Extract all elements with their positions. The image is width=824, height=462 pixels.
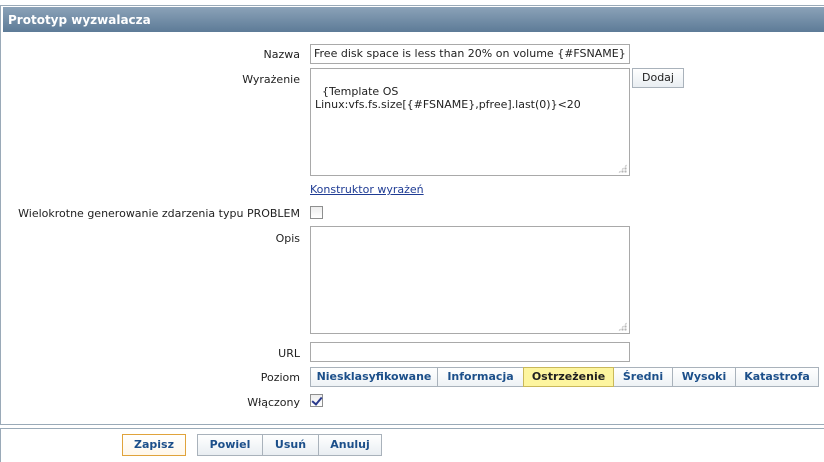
multiple-events-label: Wielokrotne generowanie zdarzenia typu P… [18, 207, 300, 220]
form-footer: Zapisz Powiel Usuń Anuluj [0, 428, 824, 462]
enabled-checkbox[interactable] [310, 394, 323, 407]
save-button[interactable]: Zapisz [122, 434, 186, 456]
severity-average[interactable]: Średni [613, 367, 673, 387]
severity-warning[interactable]: Ostrzeżenie [523, 367, 614, 387]
url-field[interactable] [310, 342, 630, 362]
name-label: Nazwa [263, 48, 300, 61]
severity-label: Poziom [260, 371, 300, 384]
severity-not-classified[interactable]: Niesklasyfikowane [310, 367, 438, 387]
description-label: Opis [275, 232, 300, 245]
expression-textarea[interactable]: {Template OS Linux:vfs.fs.size[{#FSNAME}… [310, 68, 630, 176]
severity-high[interactable]: Wysoki [672, 367, 736, 387]
panel-title: Prototyp wyzwalacza [3, 7, 824, 32]
multiple-events-checkbox[interactable] [310, 206, 323, 219]
severity-information[interactable]: Informacja [437, 367, 524, 387]
add-expression-button[interactable]: Dodaj [632, 68, 684, 88]
clone-button[interactable]: Powiel [197, 434, 263, 456]
description-textarea[interactable] [310, 226, 630, 334]
expression-value: {Template OS Linux:vfs.fs.size[{#FSNAME}… [315, 85, 581, 111]
delete-button[interactable]: Usuń [262, 434, 319, 456]
cancel-button[interactable]: Anuluj [318, 434, 382, 456]
expression-label: Wyrażenie [242, 73, 300, 86]
expression-constructor-link[interactable]: Konstruktor wyrażeń [310, 183, 424, 196]
name-field[interactable]: Free disk space is less than 20% on volu… [310, 44, 630, 64]
severity-disaster[interactable]: Katastrofa [735, 367, 819, 387]
url-label: URL [278, 347, 300, 360]
enabled-label: Włączony [247, 396, 300, 409]
resize-grip-icon[interactable] [618, 322, 627, 331]
severity-selector: Niesklasyfikowane Informacja Ostrzeżenie… [310, 367, 819, 387]
resize-grip-icon[interactable] [618, 164, 627, 173]
